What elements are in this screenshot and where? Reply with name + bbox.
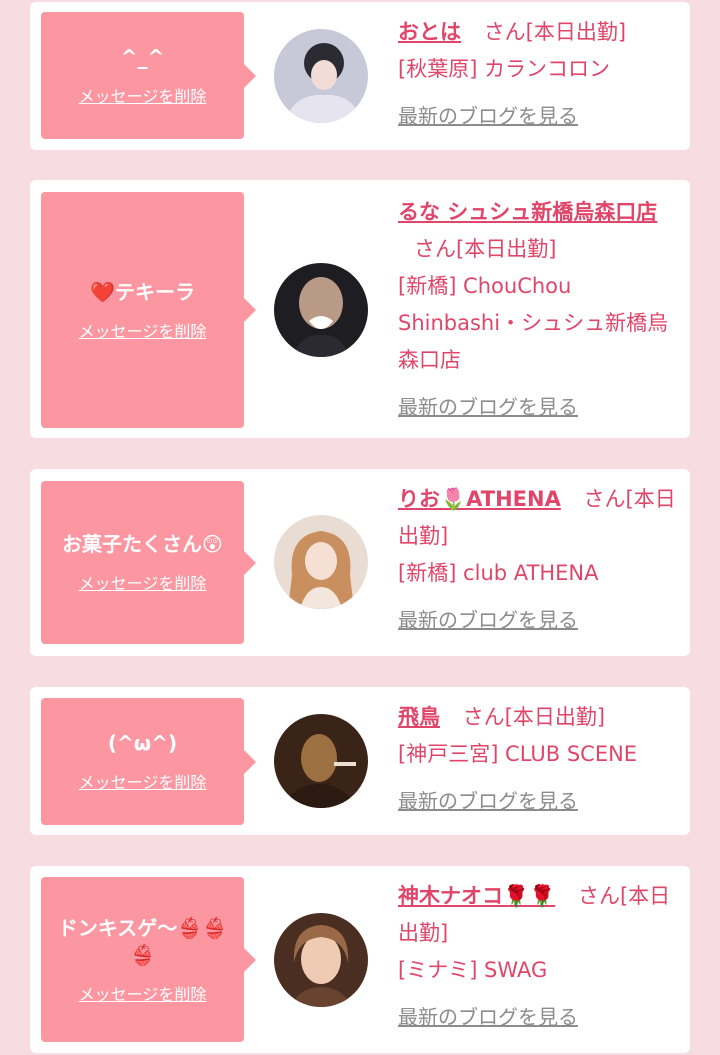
cast-name-link[interactable]: りお🌷ATHENA <box>398 487 561 511</box>
cast-name-line: るな シュシュ新橋烏森口店 さん[本日出勤] <box>398 194 676 268</box>
delete-message-link[interactable]: メッセージを削除 <box>79 769 207 793</box>
message-bubble: (^ω^) メッセージを削除 <box>41 698 256 825</box>
cast-avatar[interactable] <box>274 29 368 123</box>
message-card: お菓子たくさん😲 メッセージを削除 りお🌷ATHENA さん[本日出勤] [新橋… <box>30 469 690 656</box>
cast-info: るな シュシュ新橋烏森口店 さん[本日出勤] [新橋] ChouChou Shi… <box>398 194 676 426</box>
message-text: ^_^ <box>120 45 165 69</box>
avatar-photo <box>274 913 368 1007</box>
shop-name: [ミナミ] SWAG <box>398 958 548 982</box>
cast-name-line: おとは さん[本日出勤] <box>398 14 676 51</box>
message-bubble: ^_^ メッセージを削除 <box>41 12 256 139</box>
avatar-photo <box>274 263 368 357</box>
cast-info: 神木ナオコ🌹🌹 さん[本日出勤] [ミナミ] SWAG 最新のブログを見る <box>398 878 676 1036</box>
message-bubble: ❤️テキーラ メッセージを削除 <box>41 192 256 428</box>
message-text: ドンキスゲ〜👙👙👙 <box>57 915 228 967</box>
message-card: (^ω^) メッセージを削除 飛鳥 さん[本日出勤] [神戸三宮] CLUB S… <box>30 687 690 835</box>
message-card: ❤️テキーラ メッセージを削除 るな シュシュ新橋烏森口店 さん[本日出勤] [… <box>30 180 690 438</box>
cast-info: おとは さん[本日出勤] [秋葉原] カランコロン 最新のブログを見る <box>398 14 676 135</box>
message-bubble: ドンキスゲ〜👙👙👙 メッセージを削除 <box>41 877 256 1042</box>
message-card: ドンキスゲ〜👙👙👙 メッセージを削除 神木ナオコ🌹🌹 さん[本日出勤] [ミナミ… <box>30 866 690 1053</box>
delete-message-link[interactable]: メッセージを削除 <box>79 318 207 342</box>
cast-name-line: 神木ナオコ🌹🌹 さん[本日出勤] <box>398 878 676 952</box>
cast-avatar[interactable] <box>274 515 368 609</box>
cast-name-line: 飛鳥 さん[本日出勤] <box>398 699 676 736</box>
cast-status: さん[本日出勤] <box>483 20 627 44</box>
cast-name-link[interactable]: おとは <box>398 20 461 44</box>
shop-name: [神戸三宮] CLUB SCENE <box>398 742 638 766</box>
latest-blog-link[interactable]: 最新のブログを見る <box>398 999 676 1036</box>
avatar-photo <box>274 515 368 609</box>
cast-name-link[interactable]: るな シュシュ新橋烏森口店 <box>398 200 657 224</box>
delete-message-link[interactable]: メッセージを削除 <box>79 83 207 107</box>
message-card: ^_^ メッセージを削除 おとは さん[本日出勤] [秋葉原] カランコロン 最… <box>30 2 690 150</box>
shop-name: [新橋] ChouChou Shinbashi・シュシュ新橋烏森口店 <box>398 274 669 372</box>
message-text: (^ω^) <box>107 731 178 755</box>
cast-info: りお🌷ATHENA さん[本日出勤] [新橋] club ATHENA 最新のブ… <box>398 481 676 639</box>
avatar-photo <box>274 29 368 123</box>
cast-avatar[interactable] <box>274 913 368 1007</box>
shop-name: [秋葉原] カランコロン <box>398 57 611 81</box>
message-bubble: お菓子たくさん😲 メッセージを削除 <box>41 481 256 644</box>
latest-blog-link[interactable]: 最新のブログを見る <box>398 783 676 820</box>
cast-name-link[interactable]: 飛鳥 <box>398 705 440 729</box>
cast-name-line: りお🌷ATHENA さん[本日出勤] <box>398 481 676 555</box>
latest-blog-link[interactable]: 最新のブログを見る <box>398 389 676 426</box>
latest-blog-link[interactable]: 最新のブログを見る <box>398 602 676 639</box>
cast-status: さん[本日出勤] <box>462 705 606 729</box>
shop-name: [新橋] club ATHENA <box>398 561 599 585</box>
latest-blog-link[interactable]: 最新のブログを見る <box>398 98 676 135</box>
avatar-photo <box>274 714 368 808</box>
message-text: ❤️テキーラ <box>90 279 195 304</box>
delete-message-link[interactable]: メッセージを削除 <box>79 570 207 594</box>
cast-info: 飛鳥 さん[本日出勤] [神戸三宮] CLUB SCENE 最新のブログを見る <box>398 699 676 820</box>
cast-status: さん[本日出勤] <box>414 237 557 261</box>
cast-name-link[interactable]: 神木ナオコ🌹🌹 <box>398 884 555 908</box>
cast-avatar[interactable] <box>274 714 368 808</box>
message-text: お菓子たくさん😲 <box>62 532 223 556</box>
delete-message-link[interactable]: メッセージを削除 <box>79 981 207 1005</box>
cast-avatar[interactable] <box>274 263 368 357</box>
